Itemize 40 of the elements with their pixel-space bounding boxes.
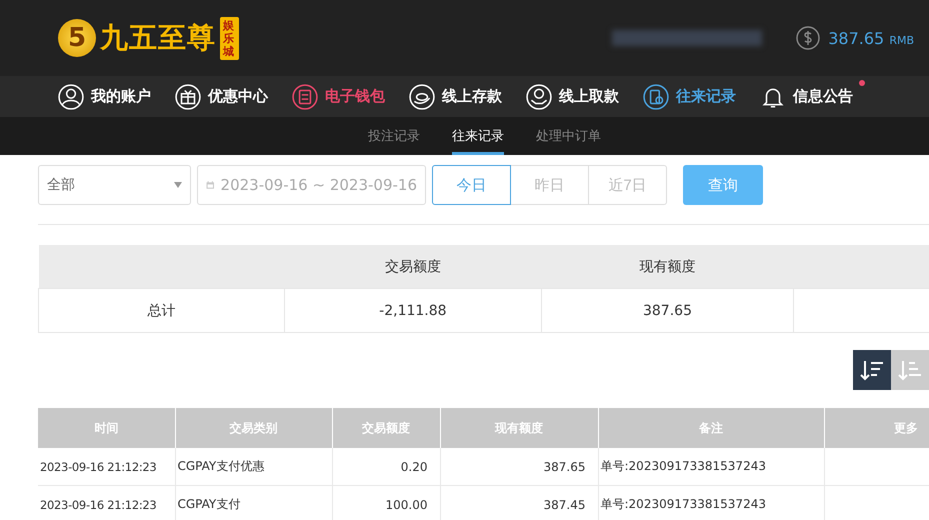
- nav-item[interactable]: 往来记录: [643, 84, 736, 110]
- table-cell: 387.45: [440, 486, 598, 520]
- balance-amount: 387.65 RMB: [828, 28, 914, 48]
- logo-name: 九五至尊: [100, 20, 216, 56]
- table-cell: -2,111.88: [284, 288, 542, 332]
- coin-icon: [409, 84, 435, 110]
- nav-item[interactable]: 线上存款: [409, 84, 502, 110]
- sort-descending-button[interactable]: [853, 350, 891, 390]
- gift-icon: [175, 84, 201, 110]
- dollar-icon: [796, 26, 820, 50]
- table-cell: CGPAY支付: [175, 486, 332, 520]
- nav-item[interactable]: 线上取款: [526, 84, 619, 110]
- document-icon: [292, 84, 318, 110]
- table-cell: CGPAY支付优惠: [175, 448, 332, 486]
- column-header: 现有额度: [541, 245, 794, 288]
- nav-item[interactable]: 电子钱包: [292, 84, 385, 110]
- person-icon: [526, 84, 552, 110]
- type-dropdown[interactable]: 全部: [38, 165, 191, 205]
- table-cell: 单号:202309173381537243: [598, 448, 824, 486]
- caret-icon: [174, 182, 182, 188]
- nav-item[interactable]: 信息公告: [760, 84, 853, 110]
- document-icon: [643, 84, 669, 110]
- logo-tag: 娱乐城: [220, 16, 239, 60]
- sub-tab[interactable]: 投注记录: [368, 117, 420, 155]
- logo-mark: 5: [58, 19, 96, 57]
- table-cell: 387.65: [440, 448, 598, 486]
- sub-tab[interactable]: 处理中订单: [536, 117, 601, 155]
- column-header: 交易额度: [284, 245, 542, 288]
- range-button[interactable]: 今日: [432, 165, 511, 205]
- table-cell: 单号:202309173381537243: [598, 486, 824, 520]
- table-cell: 2023-09-16 21:12:23: [38, 448, 175, 486]
- table-cell: 0.20: [332, 448, 440, 486]
- table-cell: 387.65: [541, 288, 794, 332]
- table-cell: 100.00: [332, 486, 440, 520]
- nav-item[interactable]: 优惠中心: [175, 84, 268, 110]
- user-icon: [58, 84, 84, 110]
- nav-item[interactable]: 我的账户: [58, 84, 151, 110]
- sub-tab[interactable]: 往来记录: [452, 117, 504, 155]
- table-cell: 总计: [38, 288, 285, 332]
- table-cell: 2023-09-16 21:12:23: [38, 486, 175, 520]
